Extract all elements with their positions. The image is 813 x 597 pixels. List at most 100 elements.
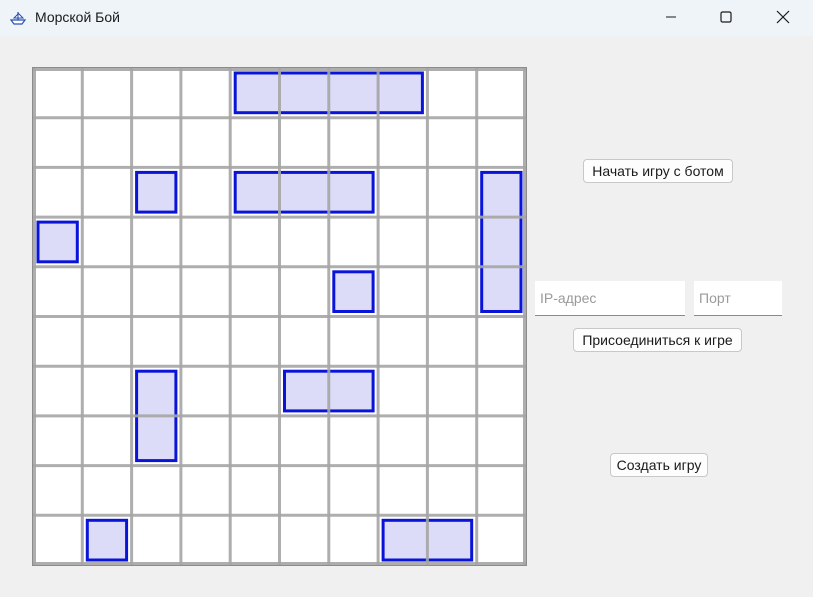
board-cell[interactable] [230, 366, 280, 416]
board-cell[interactable] [279, 217, 329, 267]
join-game-button[interactable]: Присоединиться к игре [573, 328, 742, 352]
board-cell[interactable] [328, 217, 379, 267]
board-cell[interactable] [33, 266, 83, 317]
board-cell[interactable] [131, 68, 181, 118]
board-cell[interactable] [33, 515, 83, 565]
ip-address-input[interactable] [535, 281, 685, 316]
start-bot-game-button[interactable]: Начать игру с ботом [583, 159, 733, 183]
board-cell[interactable] [476, 515, 526, 565]
board-cell[interactable] [476, 366, 526, 416]
board-cell[interactable] [131, 117, 181, 168]
board-cell[interactable] [427, 68, 477, 118]
create-game-button[interactable]: Создать игру [610, 453, 708, 477]
ship[interactable] [233, 170, 375, 214]
ship[interactable] [135, 170, 178, 214]
board-cell[interactable] [328, 316, 379, 367]
board-cell[interactable] [180, 316, 231, 367]
board-cell[interactable] [427, 415, 477, 466]
board-cell[interactable] [33, 316, 83, 367]
title-bar[interactable]: Морской Бой [0, 0, 813, 36]
board-cell[interactable] [82, 366, 132, 416]
board-cell[interactable] [230, 415, 280, 466]
board-cell[interactable] [180, 167, 231, 218]
board-cell[interactable] [378, 117, 428, 168]
board-cell[interactable] [476, 316, 526, 367]
close-icon [776, 10, 790, 24]
board-cell[interactable] [328, 515, 379, 565]
maximize-button[interactable] [703, 0, 749, 34]
board-cell[interactable] [378, 217, 428, 267]
board-cell[interactable] [279, 465, 329, 516]
board-cell[interactable] [82, 465, 132, 516]
board-cell[interactable] [180, 465, 231, 516]
board-cell[interactable] [230, 465, 280, 516]
board-cell[interactable] [82, 167, 132, 218]
ship[interactable] [85, 518, 129, 562]
board-cell[interactable] [82, 316, 132, 367]
board-cell[interactable] [180, 266, 231, 317]
board-cell[interactable] [378, 266, 428, 317]
board-cell[interactable] [180, 117, 231, 168]
minimize-button[interactable] [648, 0, 694, 34]
board-cell[interactable] [180, 415, 231, 466]
board-cell[interactable] [378, 167, 428, 218]
board-cell[interactable] [131, 316, 181, 367]
board-cell[interactable] [131, 515, 181, 565]
board-cell[interactable] [279, 515, 329, 565]
close-button[interactable] [760, 0, 806, 34]
board-cell[interactable] [279, 117, 329, 168]
board-cell[interactable] [33, 415, 83, 466]
board-cell[interactable] [328, 465, 379, 516]
board-cell[interactable] [427, 117, 477, 168]
minimize-icon [666, 16, 676, 18]
board-cell[interactable] [476, 415, 526, 466]
board-cell[interactable] [180, 515, 231, 565]
board-cell[interactable] [230, 316, 280, 367]
board-cell[interactable] [427, 167, 477, 218]
ship[interactable] [332, 270, 375, 314]
board-cell[interactable] [427, 366, 477, 416]
board-cell[interactable] [230, 515, 280, 565]
board-cell[interactable] [427, 465, 477, 516]
board-cell[interactable] [279, 266, 329, 317]
board-cell[interactable] [378, 366, 428, 416]
board-cell[interactable] [131, 465, 181, 516]
board-cell[interactable] [82, 117, 132, 168]
board-cell[interactable] [180, 366, 231, 416]
ship[interactable] [36, 220, 79, 264]
board-cell[interactable] [427, 217, 477, 267]
board-cell[interactable] [131, 217, 181, 267]
board-cell[interactable] [476, 117, 526, 168]
board-cell[interactable] [279, 415, 329, 466]
port-input[interactable] [694, 281, 782, 316]
ship[interactable] [480, 170, 523, 314]
window-title: Морской Бой [35, 9, 120, 25]
board-cell[interactable] [180, 68, 231, 118]
board-cell[interactable] [131, 266, 181, 317]
board-grid[interactable] [33, 68, 526, 565]
board-cell[interactable] [476, 465, 526, 516]
board-cell[interactable] [82, 68, 132, 118]
board-cell[interactable] [82, 217, 132, 267]
board-cell[interactable] [378, 465, 428, 516]
board-cell[interactable] [33, 117, 83, 168]
board-cell[interactable] [82, 415, 132, 466]
game-board[interactable] [32, 67, 527, 566]
board-cell[interactable] [378, 316, 428, 367]
board-cell[interactable] [328, 117, 379, 168]
board-cell[interactable] [378, 415, 428, 466]
board-cell[interactable] [230, 266, 280, 317]
board-cell[interactable] [33, 465, 83, 516]
board-cell[interactable] [230, 117, 280, 168]
board-cell[interactable] [33, 68, 83, 118]
board-cell[interactable] [328, 415, 379, 466]
board-cell[interactable] [230, 217, 280, 267]
board-cell[interactable] [33, 366, 83, 416]
board-cell[interactable] [33, 167, 83, 218]
board-cell[interactable] [82, 266, 132, 317]
board-cell[interactable] [279, 316, 329, 367]
board-cell[interactable] [427, 266, 477, 317]
board-cell[interactable] [180, 217, 231, 267]
board-cell[interactable] [427, 316, 477, 367]
board-cell[interactable] [476, 68, 526, 118]
